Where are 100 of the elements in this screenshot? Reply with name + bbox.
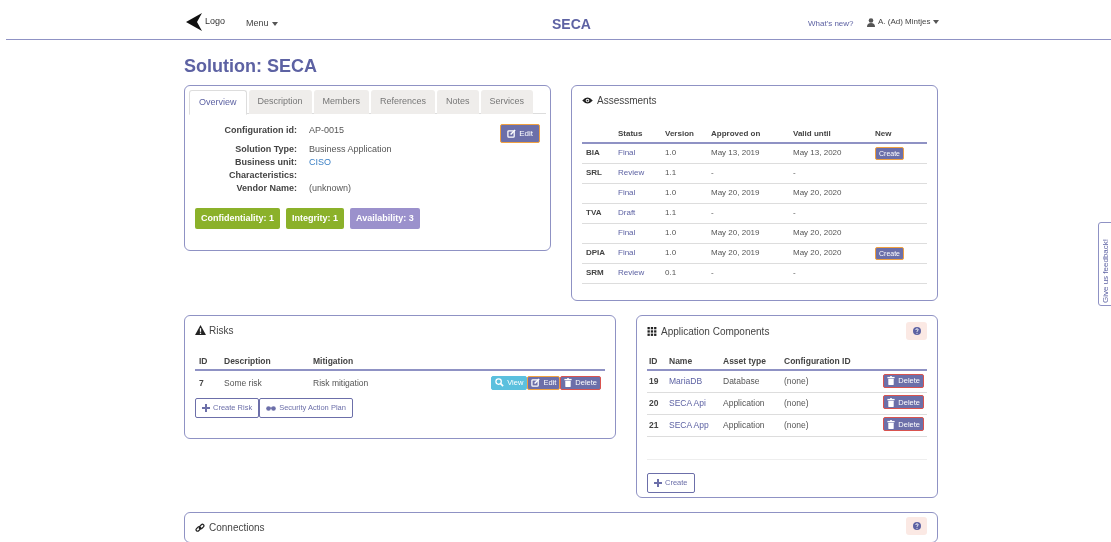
field-value: (unknown) [309, 182, 352, 195]
table-cell: 21 [649, 419, 659, 430]
table-cell: May 20, 2019 [711, 248, 760, 257]
rating-badge: Integrity: 1 [286, 208, 345, 229]
warning-icon [195, 325, 206, 335]
edit-icon [531, 378, 541, 388]
column-header: ID [647, 353, 667, 370]
table-cell: (none) [784, 419, 809, 430]
component-link[interactable]: MariaDB [669, 375, 703, 386]
search-icon [495, 378, 505, 388]
field-label: Solution Type: [234, 143, 297, 156]
link-icon [195, 522, 205, 533]
table-cell: - [711, 268, 714, 277]
status-link[interactable]: Review [618, 268, 645, 277]
tab[interactable]: Services [480, 90, 534, 114]
app-title: SECA [552, 15, 591, 34]
user-menu[interactable]: A. (Ad) Mintjes [867, 16, 940, 28]
field-label: Vendor Name: [235, 182, 297, 195]
table-cell: 1.1 [665, 208, 677, 217]
assessment-type: SRM [585, 268, 604, 277]
table-cell: May 13, 2020 [793, 148, 842, 158]
tab[interactable]: References [371, 90, 436, 114]
help-button[interactable] [906, 322, 927, 340]
table-cell: 19 [649, 375, 659, 386]
panel-title: Assessments [597, 94, 657, 108]
status-link[interactable]: Final [618, 148, 636, 158]
field-label: Business unit: [234, 156, 297, 169]
tab[interactable]: Description [248, 90, 312, 114]
field-link[interactable]: CISO [309, 156, 331, 169]
help-button[interactable] [906, 517, 927, 535]
table-cell: May 20, 2019 [711, 228, 760, 237]
table-cell: May 20, 2020 [793, 228, 842, 237]
column-header: ID [195, 353, 220, 370]
assessment-type: SRL [585, 168, 602, 177]
field-value: Business Application [309, 143, 392, 156]
assessment-type: DPIA [585, 248, 606, 257]
table-cell: Application [723, 397, 765, 408]
table-cell: 1.0 [665, 228, 677, 237]
field-label: Configuration id: [223, 124, 297, 137]
table-cell: Some risk [224, 378, 262, 389]
table-cell: - [711, 208, 714, 217]
table-cell: - [793, 168, 796, 177]
field-label: Characteristics: [227, 169, 297, 182]
table-cell: Application [723, 419, 765, 430]
rating-badge: Availability: 3 [350, 208, 420, 229]
status-link[interactable]: Final [618, 228, 636, 237]
panel-title: Application Components [661, 324, 770, 339]
column-header: Description [220, 353, 309, 370]
column-header: Configuration ID [782, 353, 871, 370]
feedback-tab[interactable]: Give us feedback! [1098, 222, 1111, 306]
status-link[interactable]: Review [618, 168, 645, 177]
user-icon [867, 17, 875, 27]
tab[interactable]: Overview [189, 90, 247, 115]
table-cell: 1.1 [665, 168, 677, 177]
logo-icon [185, 12, 203, 32]
panel-title: Risks [209, 323, 234, 338]
status-link[interactable]: Draft [618, 208, 636, 217]
table-cell: 7 [199, 378, 204, 389]
table-cell: May 20, 2020 [793, 248, 842, 257]
menu-button[interactable]: Menu [246, 17, 278, 31]
whats-new-link[interactable]: What's new? [808, 18, 854, 30]
table-cell: - [711, 168, 714, 177]
table-cell: - [793, 268, 796, 277]
table-cell: May 20, 2020 [793, 188, 842, 197]
caret-icon [933, 20, 940, 24]
tab[interactable]: Members [313, 90, 370, 114]
eye-icon [582, 97, 593, 104]
assessment-type: BIA [585, 148, 600, 158]
glasses-icon [266, 405, 277, 411]
feedback-text: Give us feedback! [1100, 238, 1111, 303]
table-cell: May 13, 2019 [711, 148, 760, 158]
table-cell: Risk mitigation [313, 378, 369, 389]
component-link[interactable]: SECA Api [669, 397, 706, 408]
table-cell: (none) [784, 375, 809, 386]
table-cell: May 20, 2019 [711, 188, 760, 197]
component-link[interactable]: SECA App [669, 419, 709, 430]
column-header: Mitigation [309, 353, 411, 370]
logo-text: Logo [205, 15, 226, 29]
table-cell: 1.0 [665, 188, 677, 197]
table-cell: (none) [784, 397, 809, 408]
trash-icon [887, 376, 896, 386]
table-cell: 0.1 [665, 268, 677, 277]
panel-title: Connections [209, 521, 265, 535]
column-header: Version [665, 126, 711, 143]
edit-button[interactable]: Edit [500, 124, 540, 143]
assessment-type: TVA [585, 208, 602, 217]
column-header: Valid until [793, 126, 875, 143]
caret-icon [271, 21, 278, 26]
trash-icon [887, 397, 896, 407]
status-link[interactable]: Final [618, 248, 636, 257]
edit-icon [507, 129, 517, 138]
table-cell: 20 [649, 397, 659, 408]
column-header: Approved on [711, 126, 793, 143]
tab[interactable]: Notes [437, 90, 479, 114]
status-link[interactable]: Final [618, 188, 636, 197]
table-cell: Database [723, 375, 760, 386]
column-header: Status [618, 126, 665, 143]
trash-icon [887, 419, 896, 429]
rating-badge: Confidentiality: 1 [195, 208, 280, 229]
trash-icon [564, 378, 573, 388]
